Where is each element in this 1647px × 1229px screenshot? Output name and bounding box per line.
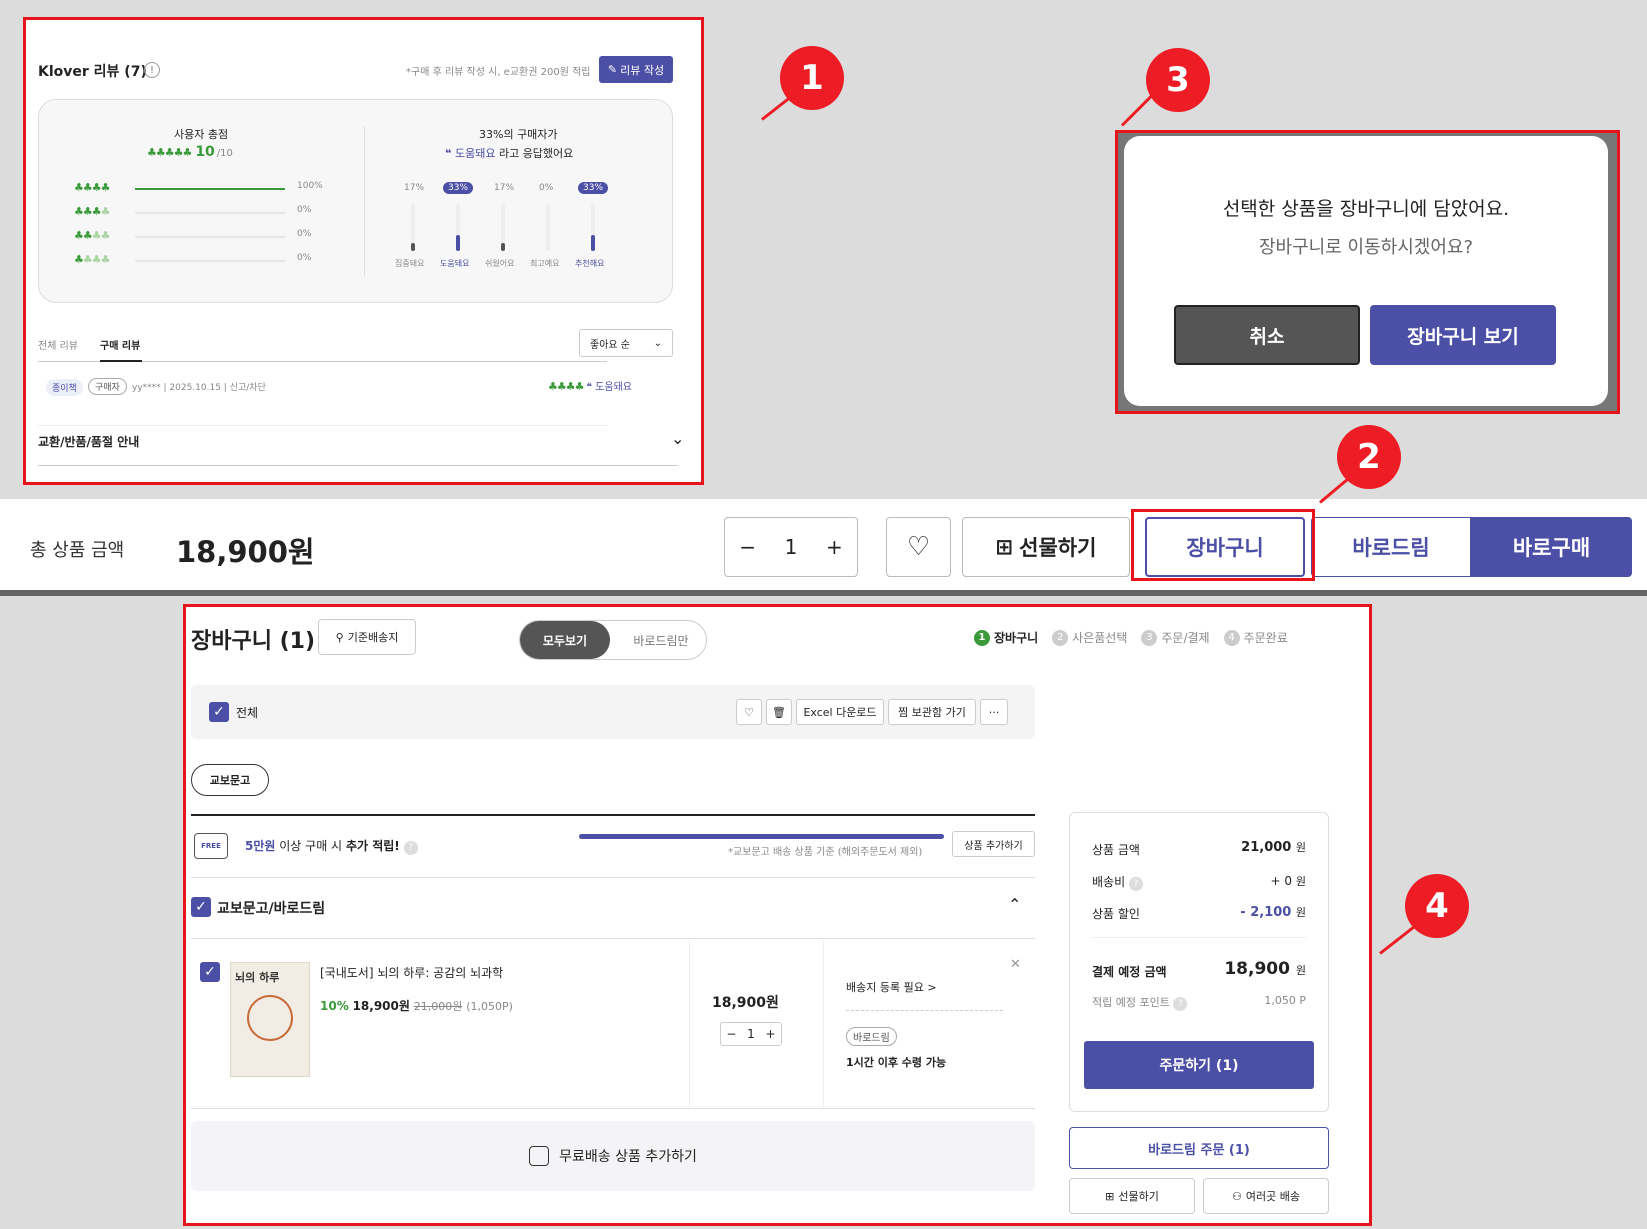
highlight-box-1 xyxy=(23,17,704,485)
total-label: 총 상품 금액 xyxy=(30,540,125,561)
highlight-box-2 xyxy=(1131,509,1315,581)
quantity-value: 1 xyxy=(784,535,798,559)
buy-now-label: 바로구매 xyxy=(1512,536,1591,560)
wishlist-button[interactable]: ♡ xyxy=(886,517,951,577)
badge-3: 3 xyxy=(1146,48,1210,112)
minus-icon[interactable]: − xyxy=(739,535,756,559)
buy-now-button[interactable]: 바로구매 xyxy=(1471,517,1632,577)
highlight-box-3 xyxy=(1115,130,1620,414)
badge-2: 2 xyxy=(1337,425,1401,489)
quantity-stepper[interactable]: − 1 + xyxy=(724,517,858,577)
gift-icon: ⊞ xyxy=(995,535,1014,559)
gift-button[interactable]: ⊞ 선물하기 xyxy=(962,517,1130,577)
highlight-box-4 xyxy=(183,604,1372,1226)
badge-1: 1 xyxy=(780,46,844,110)
purchase-bar: 총 상품 금액 18,900원 − 1 + ♡ ⊞ 선물하기 장바구니 바로드림 … xyxy=(0,499,1647,595)
divider xyxy=(0,590,1647,596)
badge-4: 4 xyxy=(1405,874,1469,938)
barodrim-button-label: 바로드림 xyxy=(1352,536,1430,560)
heart-icon: ♡ xyxy=(906,532,931,562)
total-value: 18,900원 xyxy=(176,535,315,569)
gift-button-label: 선물하기 xyxy=(1019,536,1097,560)
barodrim-button[interactable]: 바로드림 xyxy=(1311,517,1471,577)
plus-icon[interactable]: + xyxy=(826,535,843,559)
